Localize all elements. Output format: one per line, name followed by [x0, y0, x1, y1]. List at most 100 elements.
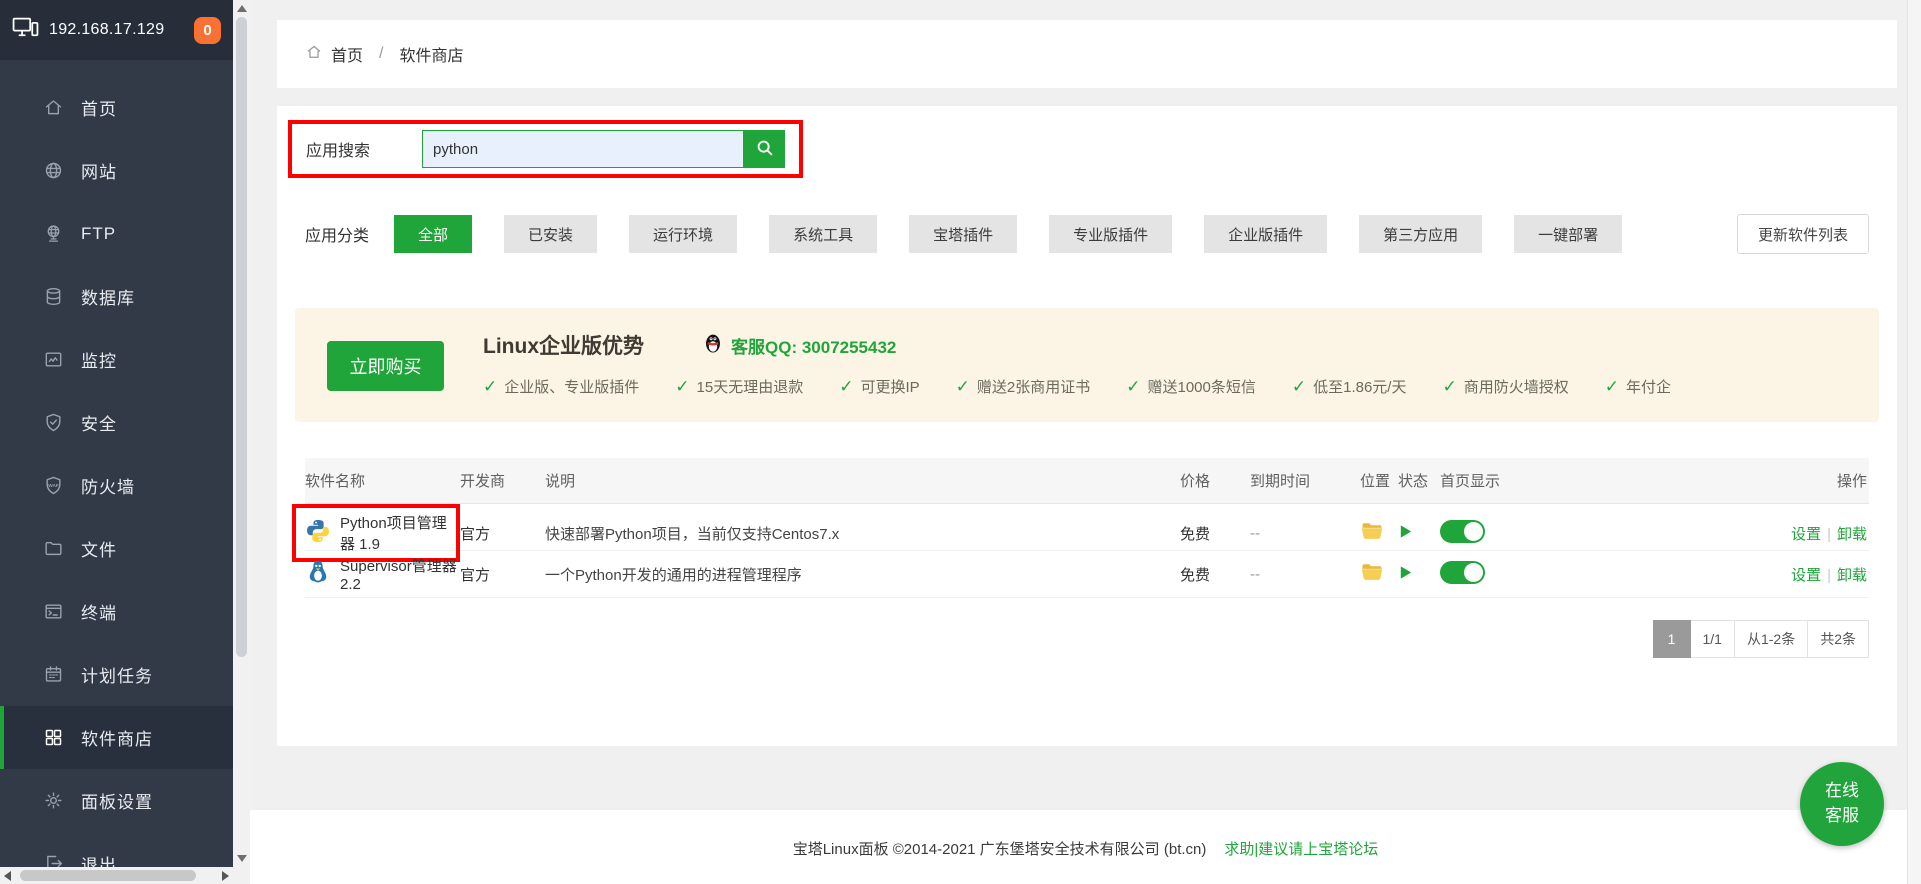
running-play-icon[interactable]: [1398, 567, 1413, 584]
main-vertical-scrollbar[interactable]: [1907, 0, 1921, 884]
category-tab[interactable]: 运行环境: [629, 215, 737, 253]
sidebar-menu: 首页网站 FTP 数据库监控安全防火墙文件终端计划任务软件商店面板设置退出: [0, 60, 233, 867]
check-icon: ✓: [483, 377, 497, 397]
home-icon: [305, 43, 323, 66]
message-count-badge[interactable]: 0: [194, 17, 221, 44]
online-service-button[interactable]: 在线 客服: [1800, 762, 1884, 846]
server-ip: 192.168.17.129: [49, 21, 164, 39]
python-logo-icon: [305, 518, 331, 548]
folder-icon[interactable]: [1360, 530, 1384, 547]
check-icon: ✓: [1442, 377, 1456, 397]
vendor-cell: 官方: [460, 523, 545, 544]
sidebar-item-appstore[interactable]: 软件商店: [0, 706, 233, 769]
status-cell[interactable]: [1398, 565, 1440, 584]
category-tab[interactable]: 一键部署: [1514, 215, 1622, 253]
sidebar-item-firewall[interactable]: 防火墙: [0, 454, 233, 517]
category-tab[interactable]: 专业版插件: [1049, 215, 1172, 253]
copyright-text: 宝塔Linux面板 ©2014-2021 广东堡塔安全技术有限公司 (bt.cn…: [793, 838, 1207, 859]
search-button[interactable]: [744, 130, 785, 168]
column-header: 到期时间: [1250, 470, 1360, 491]
category-tab[interactable]: 宝塔插件: [909, 215, 1017, 253]
pagination-cell[interactable]: 1/1: [1691, 620, 1735, 658]
sidebar-item-label: 终端: [81, 599, 117, 624]
qq-service[interactable]: 客服QQ: 3007255432: [702, 332, 896, 359]
scrollbar-corner: [233, 867, 250, 884]
qq-penguin-icon: [702, 332, 724, 359]
sidebar-item-label: 退出: [81, 851, 117, 867]
location-cell[interactable]: [1360, 560, 1398, 588]
search-input[interactable]: [422, 130, 744, 168]
software-table: 软件名称开发商说明价格到期时间位置状态首页显示操作 Python项目管理器 1.…: [305, 458, 1869, 598]
feature-item: ✓商用防火墙授权: [1442, 376, 1568, 397]
folder-icon[interactable]: [1360, 571, 1384, 588]
gear-icon: [43, 790, 64, 811]
forum-help-link[interactable]: 求助|建议请上宝塔论坛: [1224, 838, 1378, 859]
sidebar-content: 192.168.17.129 0 首页网站 FTP 数据库监控安全防火墙文件终端计划…: [0, 0, 233, 867]
scroll-right-arrow-icon[interactable]: [222, 871, 229, 881]
baota-panel: 192.168.17.129 0 首页网站FTP数据库监控安全防火墙文件终端计划…: [0, 0, 1921, 884]
settings-link[interactable]: 设置: [1791, 567, 1821, 584]
sidebar-item-files[interactable]: 文件: [0, 517, 233, 580]
tux-logo-icon: [305, 559, 331, 589]
running-play-icon[interactable]: [1398, 526, 1413, 543]
table-row: Python项目管理器 1.9 官方 快速部署Python项目，当前仅支持Cen…: [305, 504, 1869, 551]
category-tab[interactable]: 全部: [394, 215, 472, 253]
grid-icon: [43, 727, 64, 748]
category-tab[interactable]: 已安装: [504, 215, 597, 253]
sidebar-vertical-scrollbar[interactable]: [233, 0, 250, 867]
pagination-cell[interactable]: 共2条: [1808, 620, 1869, 658]
calendar-icon: [43, 664, 64, 685]
scroll-up-arrow-icon[interactable]: [237, 5, 247, 12]
homepage-display-toggle[interactable]: [1440, 520, 1485, 543]
pagination-cell[interactable]: 1: [1653, 620, 1691, 658]
table-header-row: 软件名称开发商说明价格到期时间位置状态首页显示操作: [305, 458, 1869, 504]
check-icon: ✓: [956, 377, 970, 397]
homepage-display-toggle[interactable]: [1440, 561, 1485, 584]
buy-now-button[interactable]: 立即购买: [327, 341, 444, 391]
category-tab[interactable]: 企业版插件: [1204, 215, 1327, 253]
sidebar-horizontal-scrollbar[interactable]: [0, 867, 233, 884]
column-header: 操作: [1565, 470, 1869, 491]
vendor-cell: 官方: [460, 564, 545, 585]
sidebar-item-logout[interactable]: 退出: [0, 832, 233, 867]
breadcrumb-current: 软件商店: [399, 42, 463, 66]
sidebar-item-cron[interactable]: 计划任务: [0, 643, 233, 706]
uninstall-link[interactable]: 卸载: [1837, 567, 1867, 584]
software-name-cell[interactable]: Supervisor管理器 2.2: [305, 555, 460, 593]
breadcrumb: 首页 / 软件商店: [277, 20, 1897, 88]
sidebar-item-database[interactable]: 数据库: [0, 265, 233, 328]
sidebar-item-label: 面板设置: [81, 788, 153, 813]
update-software-list-button[interactable]: 更新软件列表: [1737, 214, 1869, 254]
sidebar-item-label: 安全: [81, 410, 117, 435]
column-header: 软件名称: [305, 470, 460, 491]
feature-item: ✓赠送1000条短信: [1126, 376, 1256, 397]
settings-link[interactable]: 设置: [1791, 526, 1821, 543]
sidebar-item-terminal[interactable]: 终端: [0, 580, 233, 643]
sidebar-item-sites[interactable]: 网站: [0, 139, 233, 202]
sidebar-item-settings[interactable]: 面板设置: [0, 769, 233, 832]
status-cell[interactable]: [1398, 524, 1440, 543]
horizontal-scroll-thumb[interactable]: [20, 870, 196, 881]
sidebar-item-security[interactable]: 安全: [0, 391, 233, 454]
category-tab[interactable]: 第三方应用: [1359, 215, 1482, 253]
sidebar-item-ftp[interactable]: FTP: [0, 202, 233, 265]
scroll-down-arrow-icon[interactable]: [237, 855, 247, 862]
sidebar-item-label: 软件商店: [81, 725, 153, 750]
vertical-scroll-thumb[interactable]: [236, 17, 247, 657]
software-name: Supervisor管理器 2.2: [340, 555, 460, 593]
sidebar-item-monitor[interactable]: 监控: [0, 328, 233, 391]
sidebar-item-label: 监控: [81, 347, 117, 372]
expire-cell: --: [1250, 566, 1360, 583]
software-name-cell[interactable]: Python项目管理器 1.9: [292, 504, 460, 562]
scroll-left-arrow-icon[interactable]: [4, 871, 11, 881]
pagination-cell[interactable]: 从1-2条: [1735, 620, 1808, 658]
sidebar-item-label: 防火墙: [81, 473, 135, 498]
breadcrumb-home-link[interactable]: 首页: [331, 42, 363, 66]
footer: 宝塔Linux面板 ©2014-2021 广东堡塔安全技术有限公司 (bt.cn…: [250, 810, 1921, 884]
location-cell[interactable]: [1360, 519, 1398, 547]
category-label: 应用分类: [305, 222, 369, 246]
uninstall-link[interactable]: 卸载: [1837, 526, 1867, 543]
sidebar-item-label: FTP: [81, 224, 116, 244]
category-tab[interactable]: 系统工具: [769, 215, 877, 253]
sidebar-item-home[interactable]: 首页: [0, 76, 233, 139]
